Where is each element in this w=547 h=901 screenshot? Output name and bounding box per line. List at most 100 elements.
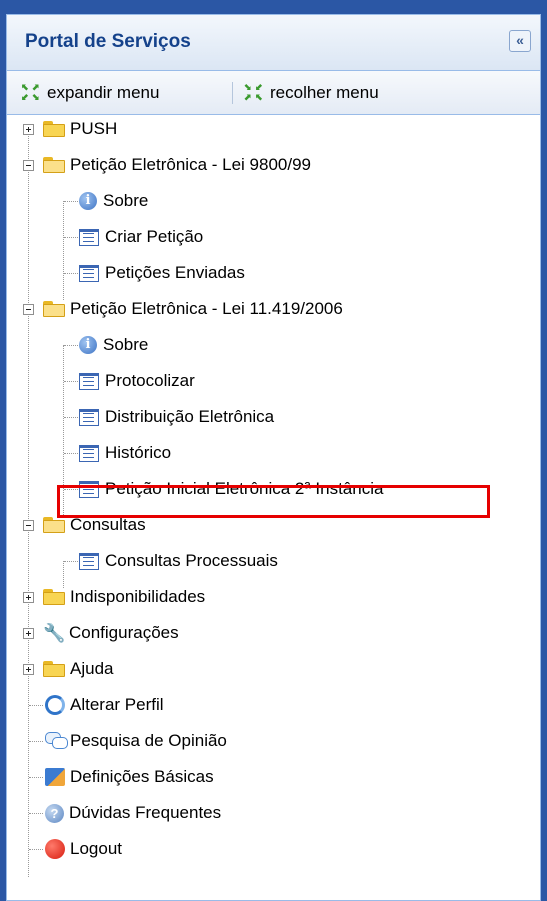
- chat-bubbles-icon: [45, 732, 68, 750]
- tree-item-ajuda[interactable]: Ajuda: [43, 655, 113, 683]
- toolbar-separator: [232, 82, 233, 104]
- logout-icon: [45, 839, 65, 859]
- tree-item-label: Definições Básicas: [70, 767, 214, 786]
- tree-item-label: Petição Eletrônica - Lei 9800/99: [70, 155, 311, 174]
- peticao-11419-collapse-toggle[interactable]: [23, 304, 34, 315]
- window-top-bar: [0, 0, 547, 14]
- open-folder-icon: [43, 301, 65, 317]
- collapse-arrows-icon: ⬊ ⬋ ⬈ ⬉: [244, 82, 263, 102]
- tree-item-pesquisa-opiniao[interactable]: Pesquisa de Opinião: [45, 727, 227, 755]
- tree-item-definicoes-basicas[interactable]: Definições Básicas: [45, 763, 214, 791]
- tree-item-consultas-processuais[interactable]: Consultas Processuais: [79, 547, 278, 575]
- tree-item-label: PUSH: [70, 119, 118, 138]
- tree-item-distribuicao-eletronica[interactable]: Distribuição Eletrônica: [79, 403, 274, 431]
- ajuda-expand-toggle[interactable]: [23, 664, 34, 675]
- collapse-menu-label: recolher menu: [270, 83, 379, 102]
- page-icon: [79, 228, 99, 246]
- folder-icon: [43, 121, 65, 137]
- tree-connector: [29, 741, 43, 742]
- peticao-9800-collapse-toggle[interactable]: [23, 160, 34, 171]
- tree-item-configuracoes[interactable]: 🔧 Configurações: [43, 619, 179, 647]
- tree-item-label: Indisponibilidades: [70, 587, 206, 606]
- tree-connector: [29, 705, 43, 706]
- panel-header: Portal de Serviços «: [7, 15, 540, 71]
- tree-connector: [64, 237, 78, 238]
- indisponibilidades-expand-toggle[interactable]: [23, 592, 34, 603]
- tree-item-label: Distribuição Eletrônica: [105, 407, 275, 426]
- tree-connector: [64, 273, 78, 274]
- tree-item-alterar-perfil[interactable]: Alterar Perfil: [45, 691, 164, 719]
- push-expand-toggle[interactable]: [23, 124, 34, 135]
- tree-item-label: Criar Petição: [105, 227, 204, 246]
- edit-pencil-icon: [45, 768, 65, 786]
- tree-item-criar-peticao[interactable]: Criar Petição: [79, 223, 203, 251]
- tree-item-peticao-9800[interactable]: Petição Eletrônica - Lei 9800/99: [43, 151, 311, 179]
- tree-item-label: Alterar Perfil: [70, 695, 164, 714]
- tree-item-label: Consultas: [70, 515, 146, 534]
- open-folder-icon: [43, 157, 65, 173]
- wrench-icon: 🔧: [43, 623, 66, 643]
- page-icon: [79, 552, 99, 570]
- tree-item-label: Consultas Processuais: [105, 551, 278, 570]
- info-icon: i: [79, 336, 97, 354]
- tree-connector: [64, 381, 78, 382]
- tree-item-sobre-9800[interactable]: i Sobre: [79, 187, 148, 215]
- tree-item-label: Histórico: [105, 443, 172, 462]
- tree-item-logout[interactable]: Logout: [45, 835, 122, 863]
- page-icon: [79, 408, 99, 426]
- help-icon: ?: [45, 803, 64, 823]
- expand-menu-button[interactable]: ⬉ ⬈ ⬋ ⬊ expandir menu: [21, 81, 159, 105]
- folder-icon: [43, 589, 65, 605]
- tree-item-indisponibilidades[interactable]: Indisponibilidades: [43, 583, 205, 611]
- tree-item-label: Ajuda: [70, 659, 114, 678]
- tree-item-label: Pesquisa de Opinião: [70, 731, 227, 750]
- expand-arrows-icon: ⬉ ⬈ ⬋ ⬊: [21, 82, 40, 102]
- tree-connector: [64, 489, 78, 490]
- tree-branch-line-9800: [63, 201, 64, 300]
- tree-item-label: Petição Eletrônica - Lei 11.419/2006: [70, 299, 343, 318]
- tree-connector: [64, 453, 78, 454]
- tree-connector: [64, 417, 78, 418]
- page-icon: [79, 444, 99, 462]
- tree-connector: [29, 777, 43, 778]
- tree-connector: [64, 561, 78, 562]
- tree-item-label: Petição Inicial Eletrônica 2ª Instância: [105, 479, 384, 498]
- tree-item-consultas[interactable]: Consultas: [43, 511, 146, 539]
- collapse-panel-button[interactable]: «: [509, 30, 531, 52]
- expand-menu-label: expandir menu: [47, 83, 160, 102]
- tree-item-historico[interactable]: Histórico: [79, 439, 171, 467]
- tree-item-peticao-11419[interactable]: Petição Eletrônica - Lei 11.419/2006: [43, 295, 343, 323]
- tree-item-label: Petições Enviadas: [105, 263, 245, 282]
- folder-icon: [43, 661, 65, 677]
- tree-item-protocolizar[interactable]: Protocolizar: [79, 367, 195, 395]
- tree-connector: [64, 201, 78, 202]
- services-panel: Portal de Serviços « ⬉ ⬈ ⬋ ⬊ expandir menu …: [6, 14, 541, 901]
- tree-item-label: Protocolizar: [105, 371, 195, 390]
- refresh-icon: [45, 695, 65, 715]
- open-folder-icon: [43, 517, 65, 533]
- tree-root-line: [28, 129, 29, 877]
- consultas-collapse-toggle[interactable]: [23, 520, 34, 531]
- page-icon: [79, 372, 99, 390]
- menu-toolbar: ⬉ ⬈ ⬋ ⬊ expandir menu ⬊ ⬋ ⬈ ⬉ recolher menu: [7, 71, 540, 115]
- collapse-menu-button[interactable]: ⬊ ⬋ ⬈ ⬉ recolher menu: [244, 81, 379, 105]
- tree-item-label: Sobre: [103, 335, 149, 354]
- tree-connector: [29, 849, 43, 850]
- window-frame-right: [541, 14, 547, 901]
- page-icon: [79, 264, 99, 282]
- tree-item-label: Logout: [70, 839, 122, 858]
- tree-connector: [29, 813, 43, 814]
- tree-connector: [64, 345, 78, 346]
- tree-item-label: Dúvidas Frequentes: [69, 803, 222, 822]
- tree-item-duvidas-frequentes[interactable]: ? Dúvidas Frequentes: [45, 799, 221, 827]
- info-icon: i: [79, 192, 97, 210]
- panel-title: Portal de Serviços: [25, 31, 191, 52]
- tree-item-peticao-inicial-2a-instancia[interactable]: Petição Inicial Eletrônica 2ª Instância: [79, 475, 383, 503]
- tree-item-label: Sobre: [103, 191, 149, 210]
- tree-item-label: Configurações: [69, 623, 179, 642]
- tree-item-sobre-11419[interactable]: i Sobre: [79, 331, 148, 359]
- tree-item-push[interactable]: PUSH: [43, 115, 117, 143]
- page-icon: [79, 480, 99, 498]
- configuracoes-expand-toggle[interactable]: [23, 628, 34, 639]
- tree-item-peticoes-enviadas[interactable]: Petições Enviadas: [79, 259, 245, 287]
